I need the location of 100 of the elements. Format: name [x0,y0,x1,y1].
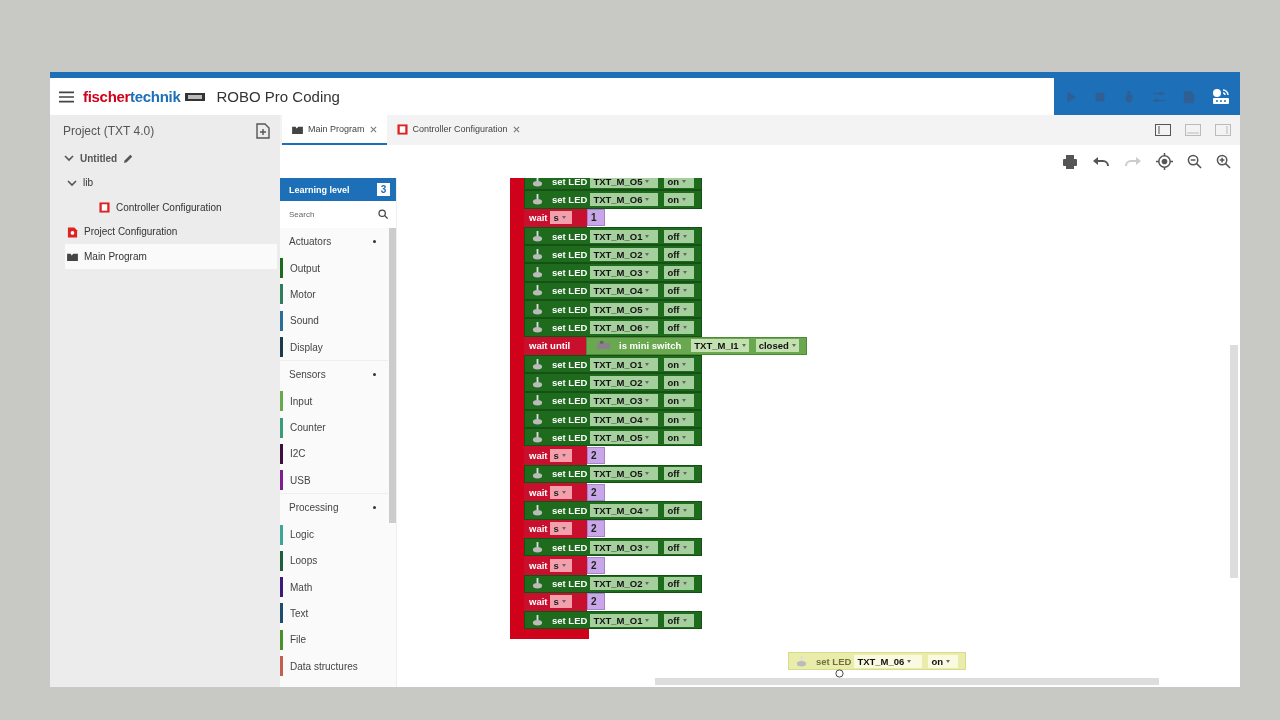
port-dropdown[interactable]: TXT_M_O5 [590,178,659,188]
layout-toggle-icon[interactable] [1215,124,1231,136]
set-led-block[interactable]: set LED TXT_M_O4 off [524,501,702,520]
category-item[interactable]: I2C [280,440,388,468]
port-dropdown[interactable]: TXT_M_06 [854,654,923,668]
chevron-down-icon[interactable] [67,177,77,188]
scrollbar[interactable] [389,228,396,523]
category-item[interactable]: Counter [280,414,388,441]
port-dropdown[interactable]: TXT_M_O4 [590,284,659,298]
category-item[interactable]: Loops [280,547,388,574]
state-dropdown[interactable]: off [664,266,695,280]
port-dropdown[interactable]: TXT_M_O2 [590,247,659,261]
menu-icon[interactable] [59,90,74,103]
collapse-icon[interactable] [373,240,376,243]
search-icon[interactable] [378,209,388,219]
layout-toggle-icon[interactable] [1185,124,1201,136]
state-dropdown[interactable]: on [664,178,695,188]
zoom-out-icon[interactable] [1187,154,1202,169]
category-header[interactable]: Sensors [280,361,388,389]
set-led-block[interactable]: set LED TXT_M_O5 on [524,178,702,191]
port-dropdown[interactable]: TXT_M_O5 [590,430,659,444]
set-led-block[interactable]: set LED TXT_M_O2 off [524,574,702,593]
chevron-down-icon[interactable] [64,153,74,164]
tree-item[interactable]: Main Program [65,244,277,269]
set-led-block[interactable]: set LED TXT_M_O5 on [524,428,702,447]
state-dropdown[interactable]: off [664,229,695,243]
zoom-in-icon[interactable] [1216,154,1231,169]
scrollbar[interactable] [1230,345,1238,578]
sensor-block[interactable]: is mini switch TXT_M_I1 closed [586,336,807,355]
state-dropdown[interactable]: on [664,357,695,371]
add-file-icon[interactable] [256,123,270,139]
port-dropdown[interactable]: TXT_M_O5 [590,302,659,316]
port-dropdown[interactable]: TXT_M_O1 [590,229,659,243]
port-dropdown[interactable]: TXT_M_O5 [590,467,659,481]
router-icon[interactable] [1210,86,1231,107]
port-dropdown[interactable]: TXT_M_O1 [590,613,659,627]
editor-tab[interactable]: Main Program [282,115,387,145]
unit-dropdown[interactable]: s [550,558,573,572]
port-dropdown[interactable]: TXT_M_O4 [590,504,659,517]
set-led-block[interactable]: set LED TXT_M_O1 off [524,611,702,630]
state-dropdown[interactable]: on [664,412,695,426]
collapse-icon[interactable] [373,506,376,510]
category-header[interactable]: Actuators [280,228,388,255]
state-dropdown[interactable]: off [664,302,695,316]
state-dropdown[interactable]: closed [755,339,799,353]
unit-dropdown[interactable]: s [550,595,573,609]
category-item[interactable]: Motor [280,281,388,308]
state-dropdown[interactable]: on [664,192,695,206]
port-dropdown[interactable]: TXT_M_I1 [691,339,749,353]
set-led-block[interactable]: set LED TXT_M_O2 off [524,245,702,264]
collapse-icon[interactable] [373,373,376,377]
category-item[interactable]: Sound [280,307,388,334]
port-dropdown[interactable]: TXT_M_O1 [590,357,659,371]
unit-dropdown[interactable]: s [550,485,573,499]
state-dropdown[interactable]: off [664,504,695,517]
port-dropdown[interactable]: TXT_M_O6 [590,321,659,334]
wait-block[interactable]: wait s [524,483,587,502]
port-dropdown[interactable]: TXT_M_O2 [590,577,659,591]
unit-dropdown[interactable]: s [550,211,573,225]
port-dropdown[interactable]: TXT_M_O3 [590,394,659,408]
state-dropdown[interactable]: off [664,321,695,334]
state-dropdown[interactable]: off [664,284,695,298]
set-led-block[interactable]: set LED TXT_M_O6 off [524,318,702,337]
category-item[interactable]: Input [280,388,388,415]
category-item[interactable]: Data structures [280,652,388,680]
category-item[interactable]: Display [280,333,388,361]
set-led-block[interactable]: set LED TXT_M_O2 on [524,373,702,392]
port-dropdown[interactable]: TXT_M_O4 [590,412,659,426]
state-dropdown[interactable]: on [928,654,959,668]
print-icon[interactable] [1062,153,1078,170]
pencil-icon[interactable] [123,152,135,164]
category-item[interactable]: Text [280,600,388,627]
state-dropdown[interactable]: off [664,577,695,591]
port-dropdown[interactable]: TXT_M_O3 [590,266,659,280]
number-block[interactable]: 2 [587,483,605,501]
number-block[interactable]: 2 [587,447,605,465]
editor-tab[interactable]: Controller Configuration [386,115,530,145]
set-led-block[interactable]: set LED TXT_M_O3 off [524,537,702,557]
state-dropdown[interactable]: off [664,467,695,481]
state-dropdown[interactable]: off [664,540,695,554]
category-item[interactable]: File [280,626,388,653]
state-dropdown[interactable]: on [664,375,695,389]
undo-icon[interactable] [1092,155,1110,168]
set-led-block[interactable]: set LED TXT_M_O1 off [524,226,702,246]
state-dropdown[interactable]: on [664,394,695,408]
category-item[interactable]: Output [280,255,388,282]
number-block[interactable]: 1 [587,209,605,227]
category-item[interactable]: Math [280,573,388,601]
state-dropdown[interactable]: off [664,613,695,627]
set-led-block[interactable]: set LED TXT_M_O5 off [524,464,702,484]
set-led-block[interactable]: set LED TXT_M_O6 on [524,190,702,209]
port-dropdown[interactable]: TXT_M_O6 [590,192,659,206]
target-icon[interactable] [1156,153,1173,170]
close-icon[interactable] [369,125,377,133]
wait-block[interactable]: wait s [524,556,587,575]
search-field[interactable]: Search [280,201,396,228]
port-dropdown[interactable]: TXT_M_O2 [590,375,659,389]
unit-dropdown[interactable]: s [550,522,573,536]
close-icon[interactable] [512,125,520,133]
number-block[interactable]: 2 [587,556,605,574]
